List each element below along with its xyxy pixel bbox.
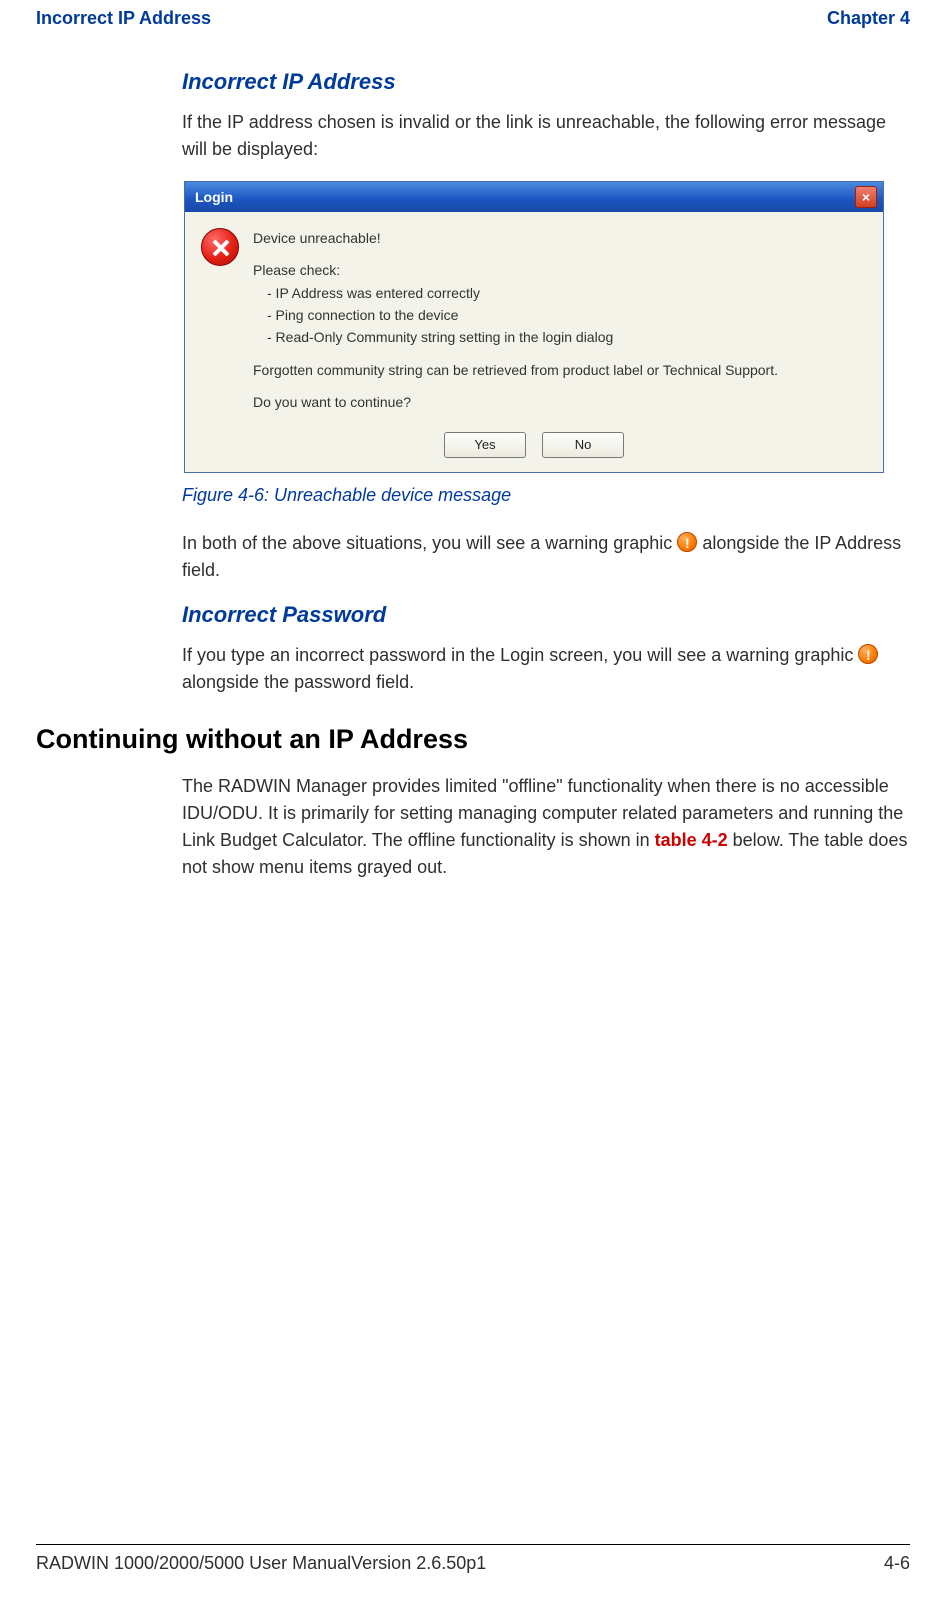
dialog-main-msg: Device unreachable! — [253, 228, 778, 250]
close-icon[interactable]: × — [855, 186, 877, 208]
header-left: Incorrect IP Address — [36, 8, 211, 29]
no-button[interactable]: No — [542, 432, 624, 458]
dialog-check-3: - Read-Only Community string setting in … — [267, 327, 778, 349]
section-title-incorrect-ip: Incorrect IP Address — [182, 69, 910, 95]
warning-icon — [858, 644, 878, 664]
dialog-check-2: - Ping connection to the device — [267, 305, 778, 327]
dialog-body: Device unreachable! Please check: - IP A… — [185, 212, 883, 426]
para-incorrect-password: If you type an incorrect password in the… — [182, 642, 910, 696]
warning-icon — [677, 532, 697, 552]
header-right: Chapter 4 — [827, 8, 910, 29]
dialog-text: Device unreachable! Please check: - IP A… — [253, 228, 778, 414]
page-footer: RADWIN 1000/2000/5000 User ManualVersion… — [36, 1544, 910, 1574]
dialog-check-1: - IP Address was entered correctly — [267, 283, 778, 305]
para-incorrect-ip: If the IP address chosen is invalid or t… — [182, 109, 910, 163]
para-incorrect-password-b: alongside the password field. — [182, 672, 414, 692]
yes-button[interactable]: Yes — [444, 432, 526, 458]
footer-left: RADWIN 1000/2000/5000 User ManualVersion… — [36, 1553, 486, 1574]
dialog-buttons: Yes No — [185, 426, 883, 472]
error-icon — [201, 228, 239, 414]
table-ref-link[interactable]: table 4-2 — [655, 830, 728, 850]
figure-caption: Figure 4-6: Unreachable device message — [182, 485, 910, 506]
heading-continuing: Continuing without an IP Address — [36, 724, 910, 755]
dialog-title-text: Login — [195, 189, 233, 205]
dialog-continue: Do you want to continue? — [253, 392, 778, 414]
page-content: Incorrect IP Address If the IP address c… — [36, 69, 910, 881]
dialog-forgot: Forgotten community string can be retrie… — [253, 360, 778, 382]
dialog-titlebar: Login × — [185, 182, 883, 212]
footer-right: 4-6 — [884, 1553, 910, 1574]
para-warning-ip: In both of the above situations, you wil… — [182, 530, 910, 584]
section-title-incorrect-password: Incorrect Password — [182, 602, 910, 628]
page-header: Incorrect IP Address Chapter 4 — [36, 8, 910, 29]
para-warning-ip-a: In both of the above situations, you wil… — [182, 533, 677, 553]
para-incorrect-password-a: If you type an incorrect password in the… — [182, 645, 858, 665]
dialog-check-label: Please check: — [253, 260, 778, 282]
login-dialog: Login × Device unreachable! Please check… — [184, 181, 884, 473]
para-continuing: The RADWIN Manager provides limited "off… — [182, 773, 910, 881]
